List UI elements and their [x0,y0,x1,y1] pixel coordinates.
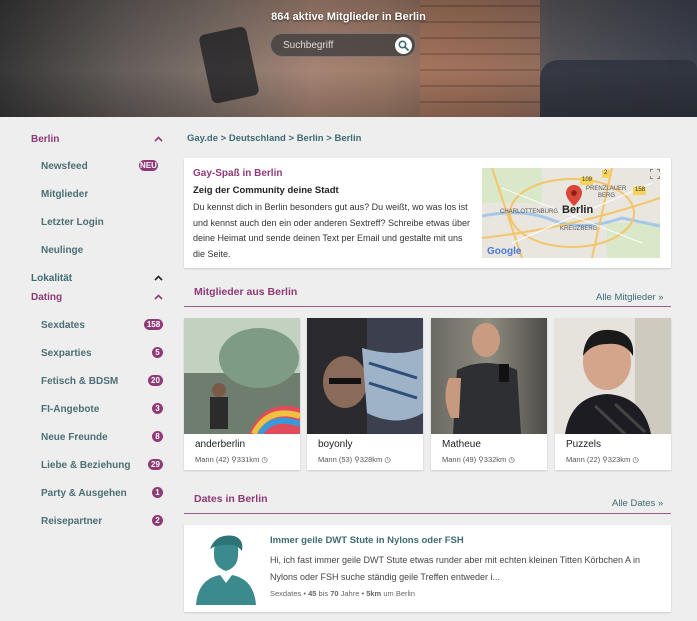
count-badge: 158 [144,319,163,330]
city-intro-card: Gay-Spaß in Berlin Zeig der Community de… [184,158,671,268]
breadcrumb-item[interactable]: Deutschland [229,133,286,144]
all-members-link[interactable]: Alle Mitglieder » [596,292,664,303]
map-label-number: 109 [582,177,593,183]
member-meta: Mann (22) ⚲323km ◷ [566,455,639,464]
intro-title: Gay-Spaß in Berlin [193,168,283,179]
sidebar-item-fetisch-bdsm[interactable]: Fetisch & BDSM [41,376,118,387]
count-badge: 5 [152,347,163,358]
intro-subtitle: Zeig der Community deine Stadt [193,185,339,196]
search-box[interactable] [270,33,416,57]
clock-icon: ◷ [632,455,639,464]
member-name[interactable]: Matheue [442,439,481,450]
breadcrumb-item[interactable]: Berlin [334,133,361,144]
member-name[interactable]: boyonly [318,439,352,450]
member-photo[interactable] [184,318,300,434]
breadcrumb: Gay.de > Deutschland > Berlin > Berlin [187,133,362,144]
map-attribution: Google [487,246,522,257]
sidebar-section-berlin[interactable]: Berlin [31,134,59,145]
intro-text: Du kennst dich in Berlin besonders gut a… [193,202,471,259]
sidebar-item-neue-freunde[interactable]: Neue Freunde [41,432,108,443]
chevron-up-icon[interactable] [154,136,163,142]
user-placeholder-icon [196,535,256,605]
member-card[interactable]: anderberlin Mann (42) ⚲331km ◷ [184,318,300,470]
count-badge: 29 [148,459,163,470]
member-photo[interactable] [307,318,423,434]
member-photo[interactable] [555,318,671,434]
member-name[interactable]: anderberlin [195,439,245,450]
hero-banner: 864 aktive Mitglieder in Berlin [0,0,697,117]
count-badge: 20 [148,375,163,386]
count-badge: 2 [152,515,163,526]
search-icon [398,40,409,51]
sidebar-section-dating[interactable]: Dating [31,292,62,303]
map-label-district: KREUZBERG [560,226,598,232]
sidebar-section-lokalitaet[interactable]: Lokalität [31,273,72,284]
map-label-district: CHARLOTTENBURG [500,209,559,215]
sidebar-item-mitglieder[interactable]: Mitglieder [41,189,88,200]
member-card[interactable]: Puzzels Mann (22) ⚲323km ◷ [555,318,671,470]
all-dates-link[interactable]: Alle Dates » [612,498,663,509]
sidebar-item-newsfeed[interactable]: Newsfeed [41,161,88,172]
member-photo[interactable] [431,318,547,434]
clock-icon: ◷ [261,455,268,464]
member-card[interactable]: boyonly Mann (53) ⚲328km ◷ [307,318,423,470]
date-title[interactable]: Immer geile DWT Stute in Nylons oder FSH [270,535,464,546]
new-badge: NEU [139,160,158,171]
sidebar-item-sexparties[interactable]: Sexparties [41,348,92,359]
member-name[interactable]: Puzzels [566,439,601,450]
sidebar-item-reisepartner[interactable]: Reisepartner [41,516,102,527]
search-input[interactable] [283,38,388,53]
member-meta: Mann (42) ⚲331km ◷ [195,455,268,464]
sidebar-item-liebe-beziehung[interactable]: Liebe & Beziehung [41,460,130,471]
date-meta: Sexdates • 45 bis 70 Jahre • 5km um Berl… [270,589,415,598]
member-meta: Mann (49) ⚲332km ◷ [442,455,515,464]
hero-title: 864 aktive Mitglieder in Berlin [271,11,426,23]
map-label-district: BERG [598,193,616,199]
member-card[interactable]: Matheue Mann (49) ⚲332km ◷ [431,318,547,470]
breadcrumb-item[interactable]: Berlin [297,133,324,144]
count-badge: 1 [152,487,163,498]
map-label-city: Berlin [562,204,594,216]
member-meta: Mann (53) ⚲328km ◷ [318,455,391,464]
sidebar-item-party-ausgehen[interactable]: Party & Ausgehen [41,488,127,499]
sidebar-item-neulinge[interactable]: Neulinge [41,245,83,256]
members-section-title: Mitglieder aus Berlin [194,286,298,298]
search-button[interactable] [395,37,412,54]
chevron-up-icon[interactable] [154,275,163,281]
clock-icon: ◷ [508,455,515,464]
divider [184,513,671,514]
sidebar-item-sexdates[interactable]: Sexdates [41,320,85,331]
count-badge: 8 [152,431,163,442]
sidebar-item-fi-angebote[interactable]: FI-Angebote [41,404,99,415]
date-card[interactable]: Immer geile DWT Stute in Nylons oder FSH… [184,525,671,612]
breadcrumb-item[interactable]: Gay.de [187,133,218,144]
chevron-up-icon[interactable] [154,294,163,300]
date-excerpt: Hi, ich fast immer geile DWT Stute etwas… [270,555,641,582]
dates-section-title: Dates in Berlin [194,493,268,505]
expand-icon[interactable] [650,169,660,179]
map-label-number: 158 [635,187,646,193]
map-label-number: 2 [604,170,608,176]
clock-icon: ◷ [384,455,391,464]
map-label-district: PRENZLAUER [586,186,627,192]
count-badge: 3 [152,403,163,414]
sidebar-item-letzter-login[interactable]: Letzter Login [41,217,104,228]
divider [184,306,671,307]
city-map[interactable]: 109 2 158 PRENZLAUER BERG CHARLOTTENBURG… [482,168,660,258]
